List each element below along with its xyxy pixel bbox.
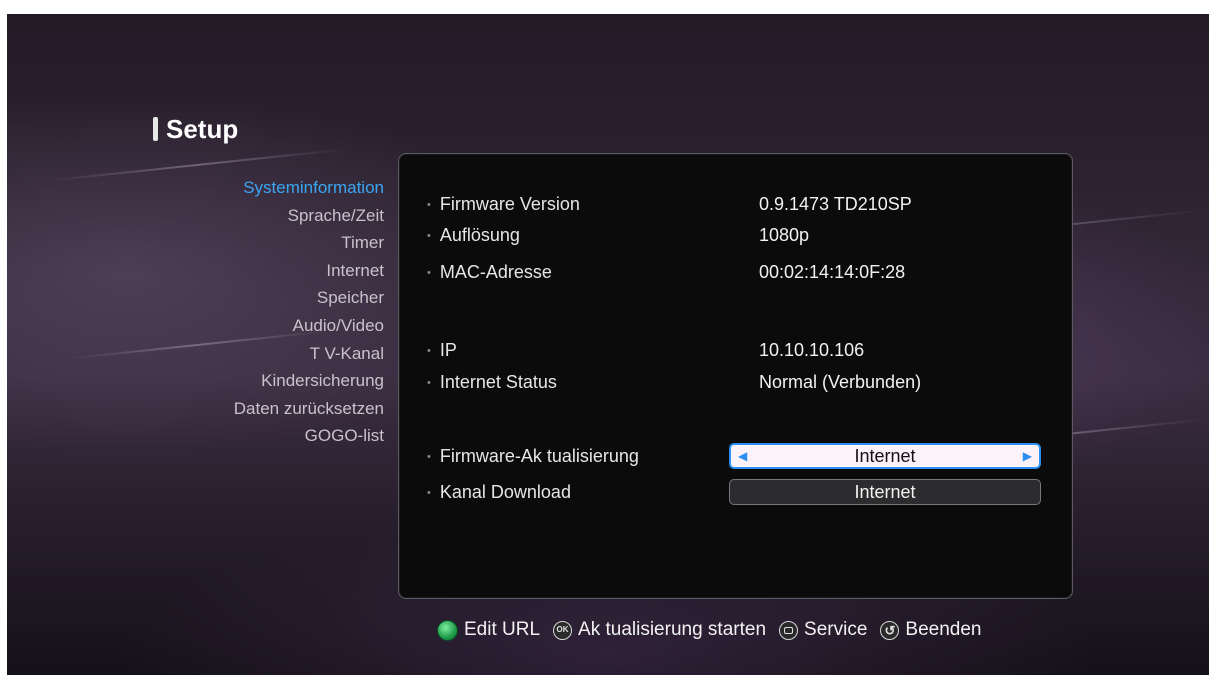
channel-download-selector[interactable]: Internet — [729, 479, 1041, 505]
internet-status-value: Normal (Verbunden) — [759, 372, 922, 392]
service-hint[interactable]: Service — [779, 619, 867, 641]
exit-label: Beenden — [905, 619, 982, 640]
firmware-update-value: Internet — [854, 446, 916, 466]
menu-item-internet[interactable]: Internet — [234, 257, 384, 285]
ip-label: IP — [427, 337, 457, 366]
resolution-value: 1080p — [759, 225, 810, 245]
menu-item-kindersicherung[interactable]: Kindersicherung — [234, 367, 384, 395]
resolution-row: Auflösung 1080p — [399, 222, 1072, 248]
mac-value: 00:02:14:14:0F:28 — [759, 262, 906, 282]
menu-item-audio-video[interactable]: Audio/Video — [234, 312, 384, 340]
exit-hint[interactable]: ↺ Beenden — [880, 619, 981, 641]
internet-status-row: Internet Status Normal (Verbunden) — [399, 369, 1072, 395]
tv-screen: Setup Systeminformation Sprache/Zeit Tim… — [7, 14, 1209, 675]
resolution-label: Auflösung — [427, 222, 520, 251]
green-button-icon — [437, 619, 458, 641]
arrow-right-icon[interactable]: ▶ — [1023, 445, 1032, 467]
ip-value: 10.10.10.106 — [759, 340, 865, 360]
ip-row: IP 10.10.10.106 — [399, 337, 1072, 363]
firmware-version-row: Firmware Version 0.9.1473 TD210SP — [399, 191, 1072, 217]
back-button-icon: ↺ — [880, 620, 900, 640]
service-button-icon — [779, 620, 799, 640]
info-panel: Firmware Version 0.9.1473 TD210SP Auflös… — [398, 153, 1073, 599]
channel-download-row: Kanal Download Internet — [399, 479, 1072, 505]
channel-download-value: Internet — [854, 482, 916, 502]
firmware-version-label: Firmware Version — [427, 191, 580, 220]
channel-download-label: Kanal Download — [427, 479, 571, 508]
mac-label: MAC-Adresse — [427, 259, 552, 288]
menu-item-gogo-list[interactable]: GOGO-list — [234, 422, 384, 450]
footer-hints: Edit URL OK Ak tualisierung starten Serv… — [437, 616, 994, 644]
ok-button-icon: OK — [553, 620, 573, 640]
service-label: Service — [804, 619, 868, 640]
firmware-version-value: 0.9.1473 TD210SP — [759, 194, 912, 214]
menu-item-systeminformation[interactable]: Systeminformation — [234, 174, 384, 202]
arrow-left-icon[interactable]: ◀ — [738, 445, 747, 467]
firmware-update-label: Firmware-Ak tualisierung — [427, 443, 639, 472]
edit-url-hint[interactable]: Edit URL — [437, 619, 540, 641]
setup-menu: Systeminformation Sprache/Zeit Timer Int… — [234, 174, 384, 450]
menu-item-timer[interactable]: Timer — [234, 229, 384, 257]
start-update-hint[interactable]: OK Ak tualisierung starten — [553, 619, 766, 641]
menu-item-daten-zuruecksetzen[interactable]: Daten zurücksetzen — [234, 395, 384, 423]
menu-item-tv-kanal[interactable]: T V-Kanal — [234, 340, 384, 368]
menu-item-speicher[interactable]: Speicher — [234, 284, 384, 312]
start-update-label: Ak tualisierung starten — [578, 619, 767, 640]
firmware-update-row: Firmware-Ak tualisierung ◀ Internet ▶ — [399, 443, 1072, 469]
mac-row: MAC-Adresse 00:02:14:14:0F:28 — [399, 259, 1072, 285]
title-bar-icon — [153, 117, 158, 141]
page-title: Setup — [153, 112, 238, 146]
page-title-text: Setup — [166, 113, 239, 144]
menu-item-sprache-zeit[interactable]: Sprache/Zeit — [234, 202, 384, 230]
internet-status-label: Internet Status — [427, 369, 557, 398]
firmware-update-selector[interactable]: ◀ Internet ▶ — [729, 443, 1041, 469]
edit-url-label: Edit URL — [464, 619, 541, 640]
